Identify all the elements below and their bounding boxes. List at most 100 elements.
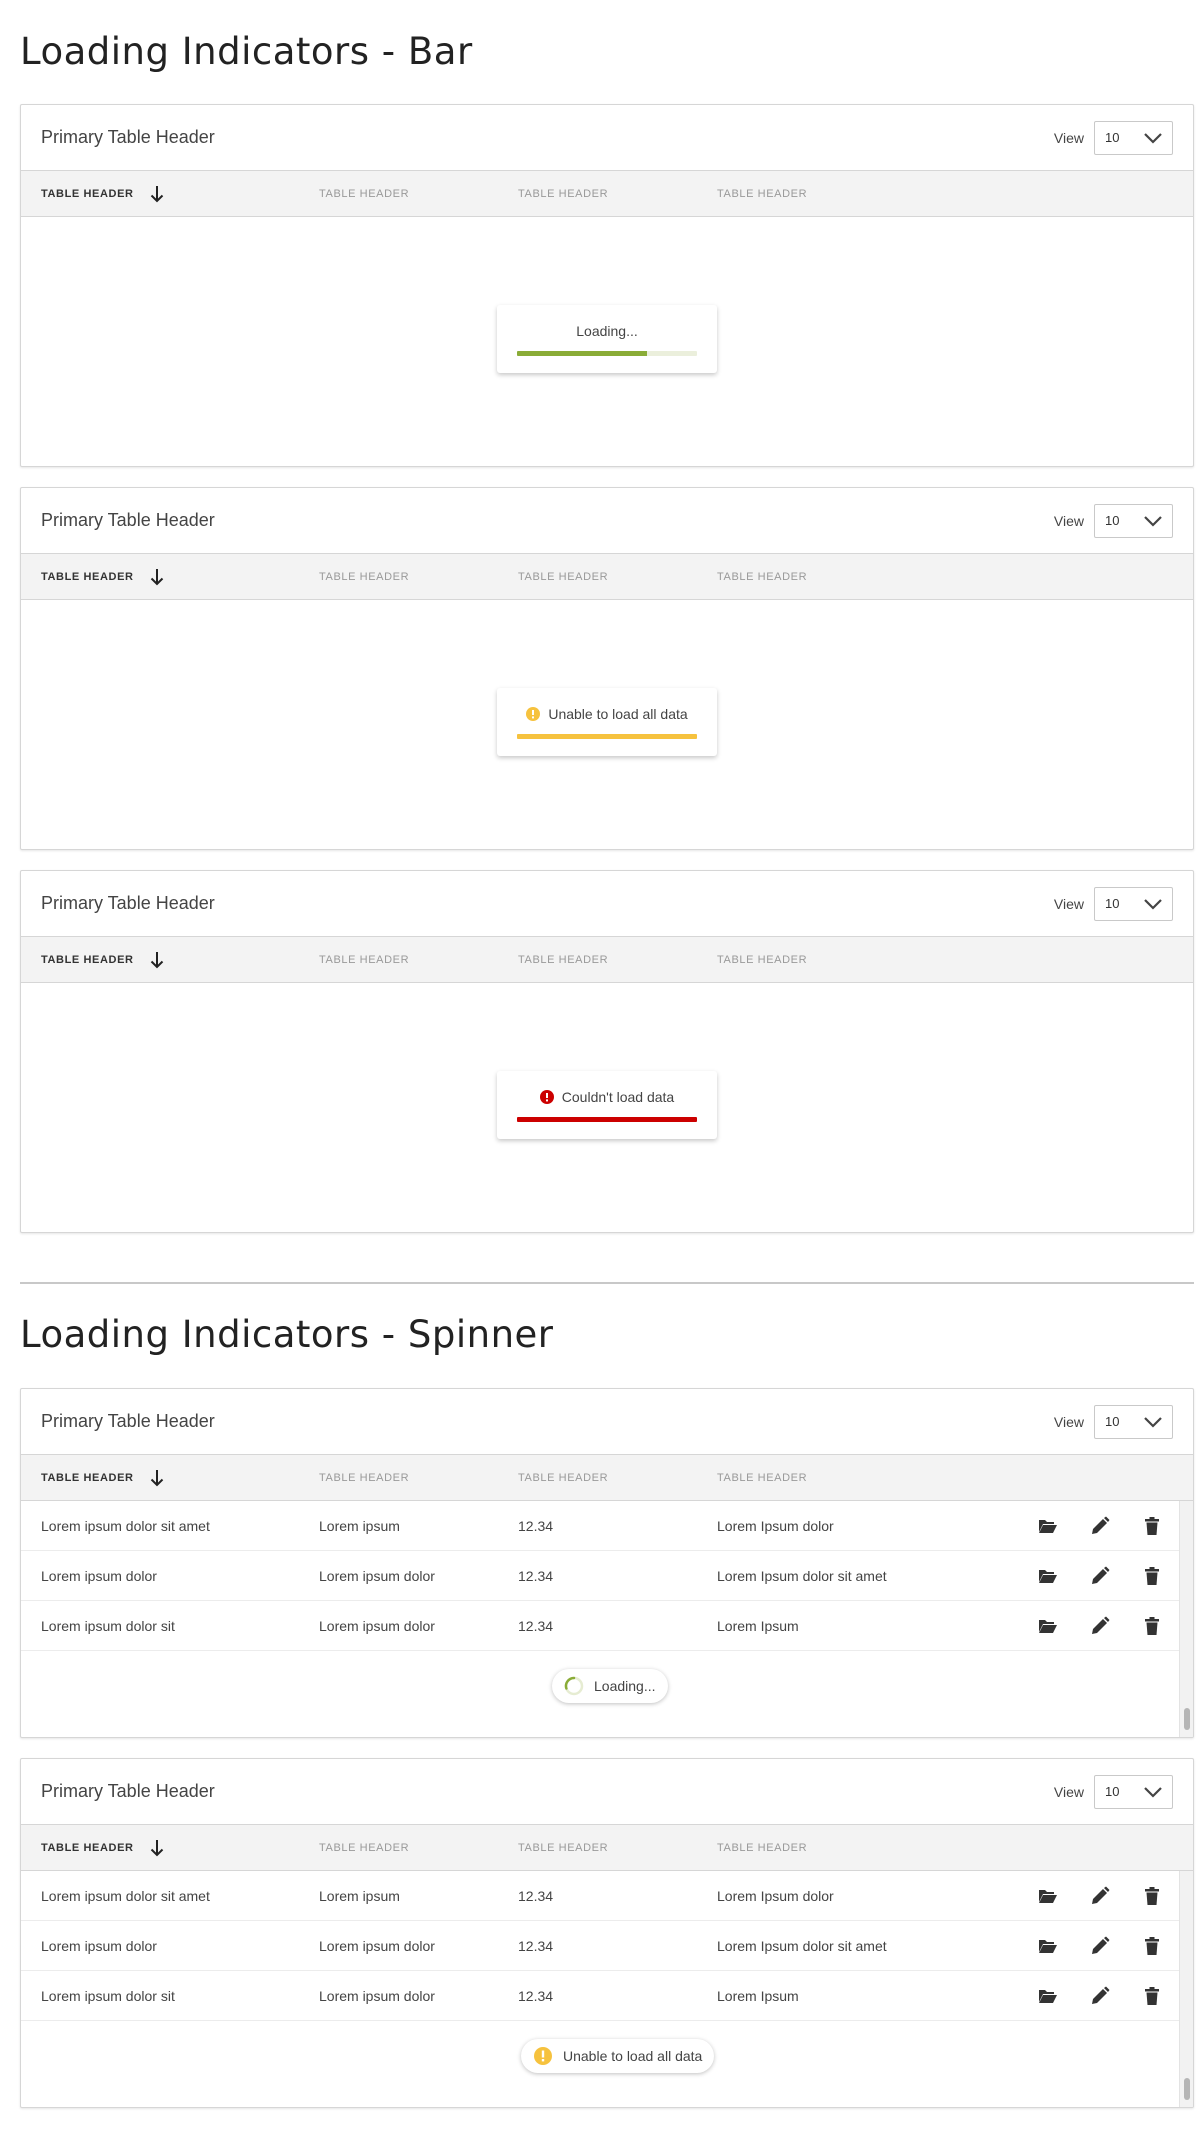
- folder-open-icon[interactable]: [1037, 1615, 1059, 1637]
- vertical-scrollbar[interactable]: [1179, 1871, 1193, 2107]
- table-cell: Lorem ipsum dolor sit: [41, 1988, 175, 2004]
- card-title: Primary Table Header: [41, 1411, 215, 1431]
- trash-icon[interactable]: [1141, 1565, 1163, 1587]
- column-header-sortable[interactable]: TABLE HEADER: [41, 1455, 164, 1501]
- view-control: View 10: [1053, 120, 1173, 155]
- view-label: View: [1053, 129, 1084, 146]
- table-row[interactable]: Lorem ipsum dolor sit Lorem ipsum dolor …: [21, 1601, 1193, 1651]
- table-row[interactable]: Lorem ipsum dolor sit amet Lorem ipsum 1…: [21, 1871, 1193, 1921]
- folder-open-icon[interactable]: [1037, 1515, 1059, 1537]
- pencil-icon[interactable]: [1089, 1985, 1111, 2007]
- table-row[interactable]: Lorem ipsum dolor Lorem ipsum dolor 12.3…: [21, 1921, 1193, 1971]
- error-message: Couldn't load data: [539, 1089, 674, 1105]
- column-header[interactable]: TABLE HEADER: [717, 1455, 807, 1501]
- column-header[interactable]: TABLE HEADER: [319, 937, 409, 983]
- table-cell: Lorem ipsum dolor: [319, 1618, 435, 1634]
- column-header-sortable[interactable]: TABLE HEADER: [41, 171, 164, 217]
- scrollbar-thumb[interactable]: [1184, 1708, 1190, 1730]
- table-row[interactable]: Lorem ipsum dolor sit amet Lorem ipsum 1…: [21, 1501, 1193, 1551]
- column-header-sortable[interactable]: TABLE HEADER: [41, 1825, 164, 1871]
- pencil-icon[interactable]: [1089, 1565, 1111, 1587]
- column-header[interactable]: TABLE HEADER: [319, 171, 409, 217]
- pencil-icon[interactable]: [1089, 1935, 1111, 1957]
- column-header[interactable]: TABLE HEADER: [518, 554, 608, 600]
- table-cell: Lorem ipsum dolor: [41, 1568, 157, 1584]
- table-cell: Lorem ipsum dolor sit amet: [41, 1888, 210, 1904]
- rows-per-page-select[interactable]: 10: [1094, 886, 1173, 921]
- column-header[interactable]: TABLE HEADER: [717, 937, 807, 983]
- column-header[interactable]: TABLE HEADER: [518, 1455, 608, 1501]
- spinner-partial-pill: Unable to load all data: [521, 2039, 715, 2073]
- column-header[interactable]: TABLE HEADER: [717, 1825, 807, 1871]
- view-label: View: [1053, 512, 1084, 529]
- card-header: Primary Table Header View 10: [21, 871, 1193, 937]
- trash-icon[interactable]: [1141, 1615, 1163, 1637]
- row-actions: [1037, 1601, 1163, 1651]
- trash-icon[interactable]: [1141, 1515, 1163, 1537]
- card-header: Primary Table Header View 10: [21, 1389, 1193, 1455]
- column-header[interactable]: TABLE HEADER: [319, 554, 409, 600]
- progress-track: [517, 1116, 697, 1122]
- folder-open-icon[interactable]: [1037, 1565, 1059, 1587]
- pencil-icon[interactable]: [1089, 1515, 1111, 1537]
- trash-icon[interactable]: [1141, 1935, 1163, 1957]
- column-header-sortable[interactable]: TABLE HEADER: [41, 554, 164, 600]
- section-title-spinner: Loading Indicators - Spinner: [20, 1313, 554, 1356]
- pencil-icon[interactable]: [1089, 1615, 1111, 1637]
- chevron-down-icon: [1144, 132, 1162, 144]
- rows-per-page-value: 10: [1105, 896, 1120, 911]
- partial-data-bar-popup: Unable to load all data: [497, 688, 717, 756]
- table-head: TABLE HEADER TABLE HEADER TABLE HEADER T…: [21, 1825, 1193, 1871]
- table-card-loading-bar: Primary Table Header View 10 TABLE HEADE…: [20, 104, 1194, 467]
- rows-per-page-select[interactable]: 10: [1094, 1404, 1173, 1439]
- rows-per-page-value: 10: [1105, 130, 1120, 145]
- folder-open-icon[interactable]: [1037, 1935, 1059, 1957]
- view-label: View: [1053, 1783, 1084, 1800]
- table-cell: Lorem Ipsum dolor: [717, 1888, 834, 1904]
- card-header: Primary Table Header View 10: [21, 1759, 1193, 1825]
- rows-per-page-select[interactable]: 10: [1094, 120, 1173, 155]
- table-head: TABLE HEADER TABLE HEADER TABLE HEADER T…: [21, 1455, 1193, 1501]
- chevron-down-icon: [1144, 1416, 1162, 1428]
- rows-per-page-select[interactable]: 10: [1094, 503, 1173, 538]
- row-actions: [1037, 1871, 1163, 1921]
- column-header[interactable]: TABLE HEADER: [717, 171, 807, 217]
- table-cell: Lorem Ipsum: [717, 1618, 799, 1634]
- table-cell: Lorem ipsum dolor: [319, 1938, 435, 1954]
- pencil-icon[interactable]: [1089, 1885, 1111, 1907]
- table-row[interactable]: Lorem ipsum dolor Lorem ipsum dolor 12.3…: [21, 1551, 1193, 1601]
- trash-icon[interactable]: [1141, 1985, 1163, 2007]
- column-header[interactable]: TABLE HEADER: [518, 171, 608, 217]
- table-cell: Lorem ipsum dolor sit: [41, 1618, 175, 1634]
- table-head: TABLE HEADER TABLE HEADER TABLE HEADER T…: [21, 937, 1193, 983]
- card-title: Primary Table Header: [41, 893, 215, 913]
- column-header-sortable[interactable]: TABLE HEADER: [41, 937, 164, 983]
- rows-per-page-value: 10: [1105, 513, 1120, 528]
- table-head: TABLE HEADER TABLE HEADER TABLE HEADER T…: [21, 171, 1193, 217]
- progress-bar-fill: [517, 350, 647, 356]
- table-cell: Lorem Ipsum dolor sit amet: [717, 1568, 887, 1584]
- table-row[interactable]: Lorem ipsum dolor sit Lorem ipsum dolor …: [21, 1971, 1193, 2021]
- arrow-down-icon: [150, 186, 163, 203]
- column-header[interactable]: TABLE HEADER: [319, 1455, 409, 1501]
- rows-per-page-select[interactable]: 10: [1094, 1774, 1173, 1809]
- card-title: Primary Table Header: [41, 127, 215, 147]
- folder-open-icon[interactable]: [1037, 1985, 1059, 2007]
- progress-track: [517, 733, 697, 739]
- table-cell: Lorem Ipsum dolor sit amet: [717, 1938, 887, 1954]
- trash-icon[interactable]: [1141, 1885, 1163, 1907]
- card-header: Primary Table Header View 10: [21, 105, 1193, 171]
- row-actions: [1037, 1501, 1163, 1551]
- folder-open-icon[interactable]: [1037, 1885, 1059, 1907]
- column-header[interactable]: TABLE HEADER: [518, 937, 608, 983]
- view-label: View: [1053, 1413, 1084, 1430]
- section-title-bar: Loading Indicators - Bar: [20, 30, 473, 73]
- column-header[interactable]: TABLE HEADER: [717, 554, 807, 600]
- column-header[interactable]: TABLE HEADER: [319, 1825, 409, 1871]
- scrollbar-thumb[interactable]: [1184, 2078, 1190, 2100]
- table-cell: Lorem ipsum dolor: [319, 1988, 435, 2004]
- column-header[interactable]: TABLE HEADER: [518, 1825, 608, 1871]
- card-header: Primary Table Header View 10: [21, 488, 1193, 554]
- section-divider: [20, 1282, 1194, 1284]
- vertical-scrollbar[interactable]: [1179, 1501, 1193, 1737]
